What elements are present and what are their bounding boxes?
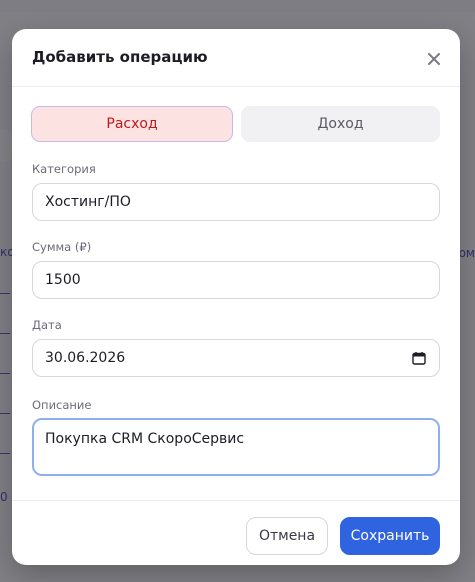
add-operation-dialog: Добавить операцию Расход Доход Категория… [12,29,460,565]
expense-toggle-button[interactable]: Расход [31,106,233,142]
date-input[interactable]: 30.06.2026 [32,339,440,377]
save-button[interactable]: Сохранить [340,517,440,555]
close-icon [428,53,440,65]
category-input[interactable]: Хостинг/ПО [32,183,440,221]
calendar-icon[interactable] [412,351,426,365]
cancel-button[interactable]: Отмена [246,517,328,555]
description-textarea[interactable]: Покупка CRM СкороСервис [32,418,440,476]
amount-input[interactable]: 1500 [32,261,440,299]
income-toggle-button[interactable]: Доход [241,106,440,142]
amount-value: 1500 [45,272,81,288]
description-value: Покупка CRM СкороСервис [45,431,245,447]
date-value: 30.06.2026 [45,350,126,366]
date-label: Дата [32,318,62,332]
description-label: Описание [32,398,92,412]
dialog-title: Добавить операцию [32,48,208,66]
category-label: Категория [32,162,96,176]
dialog-header: Добавить операцию [12,29,460,87]
amount-label: Сумма (₽) [32,240,92,254]
dialog-footer: Отмена Сохранить [12,500,460,565]
close-button[interactable] [422,47,446,71]
category-value: Хостинг/ПО [45,194,131,210]
